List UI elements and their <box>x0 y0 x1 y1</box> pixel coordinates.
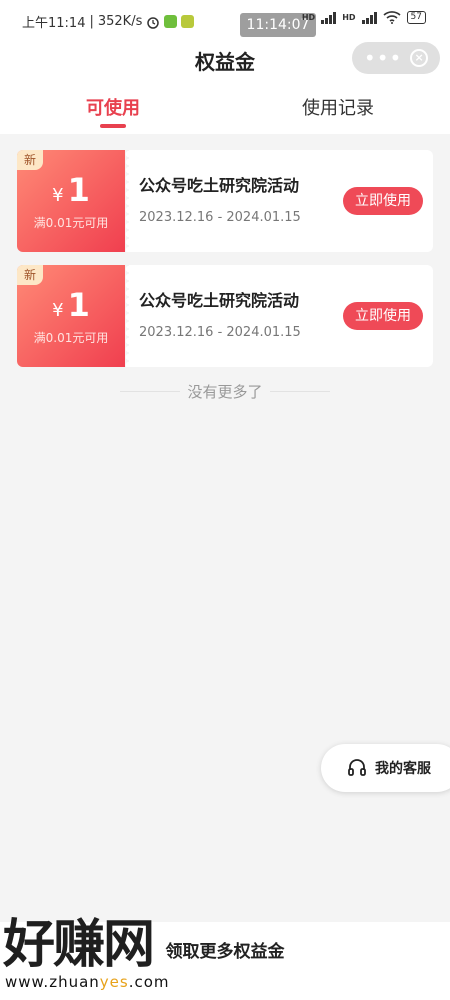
active-tab-indicator <box>100 124 126 128</box>
message-app-icon <box>164 15 178 28</box>
amount-value: 1 <box>67 171 90 209</box>
use-now-button[interactable]: 立即使用 <box>343 302 423 330</box>
coupon-value-panel: 新 ¥1 满0.01元可用 <box>17 265 129 367</box>
status-right: HD HD 57 <box>302 11 426 24</box>
network-speed: 352K/s <box>97 14 143 29</box>
coupon-date-range: 2023.12.16 - 2024.01.15 <box>139 210 301 225</box>
coupon-card: 新 ¥1 满0.01元可用 公众号吃土研究院活动 2023.12.16 - 20… <box>17 150 433 252</box>
tab-available[interactable]: 可使用 <box>43 94 183 120</box>
signal-icon <box>321 11 337 24</box>
status-bar: 上午11:14 | 352K/s 11:14:07 HD HD 57 <box>0 0 450 40</box>
status-time: 上午11:14 <box>22 16 86 31</box>
headset-icon <box>348 759 366 776</box>
hd-label-2: HD <box>342 13 356 22</box>
divider-right <box>270 391 330 392</box>
watermark-url-highlight: yes <box>99 973 129 991</box>
use-now-button[interactable]: 立即使用 <box>343 187 423 215</box>
hd-label: HD <box>301 13 316 22</box>
alarm-icon <box>147 16 160 29</box>
coupon-value-panel: 新 ¥1 满0.01元可用 <box>17 150 129 252</box>
no-more-label: 没有更多了 <box>187 383 263 401</box>
close-icon[interactable]: × <box>410 49 429 67</box>
nav-header: 权益金 ••• × <box>0 40 450 82</box>
coupon-condition: 满0.01元可用 <box>33 216 109 230</box>
new-badge: 新 <box>17 150 43 170</box>
coupon-amount: ¥1 <box>17 170 125 216</box>
divider-left <box>120 391 180 392</box>
tab-bar: 可使用 使用记录 <box>0 82 450 134</box>
site-watermark: 好赚网 www.zhuanyes.com <box>3 915 193 995</box>
currency-symbol: ¥ <box>52 300 64 321</box>
status-divider: | <box>89 14 94 29</box>
coupon-card: 新 ¥1 满0.01元可用 公众号吃土研究院活动 2023.12.16 - 20… <box>17 265 433 367</box>
wifi-icon <box>383 11 401 24</box>
watermark-url-part: www.zhuan <box>5 973 100 991</box>
coupon-condition: 满0.01元可用 <box>33 331 109 345</box>
watermark-logo-text: 好赚网 <box>3 914 155 975</box>
coupon-amount: ¥1 <box>17 285 125 331</box>
currency-symbol: ¥ <box>52 185 64 206</box>
coupon-info-panel: 公众号吃土研究院活动 2023.12.16 - 2024.01.15 立即使用 <box>129 150 433 252</box>
customer-service-label: 我的客服 <box>375 761 431 777</box>
customer-service-button[interactable]: 我的客服 <box>321 744 450 792</box>
more-icon[interactable]: ••• <box>364 48 402 68</box>
battery-icon: 57 <box>406 11 426 24</box>
coupon-date-range: 2023.12.16 - 2024.01.15 <box>139 325 301 340</box>
app-notification-icon <box>181 15 195 28</box>
watermark-url: www.zhuanyes.com <box>5 973 170 991</box>
coupon-name: 公众号吃土研究院活动 <box>139 291 300 310</box>
coupon-name: 公众号吃土研究院活动 <box>139 176 300 195</box>
watermark-url-suffix: .com <box>128 973 170 991</box>
coupon-info-panel: 公众号吃土研究院活动 2023.12.16 - 2024.01.15 立即使用 <box>129 265 433 367</box>
signal-icon-2 <box>361 11 377 24</box>
no-more-text: 没有更多了 <box>0 381 450 402</box>
mini-program-capsule: ••• × <box>352 42 440 74</box>
status-left: 上午11:14 | 352K/s <box>22 12 195 31</box>
amount-value: 1 <box>67 286 90 324</box>
coupon-list: 新 ¥1 满0.01元可用 公众号吃土研究院活动 2023.12.16 - 20… <box>17 150 433 380</box>
tab-usage-record[interactable]: 使用记录 <box>268 94 408 120</box>
new-badge: 新 <box>17 265 43 285</box>
